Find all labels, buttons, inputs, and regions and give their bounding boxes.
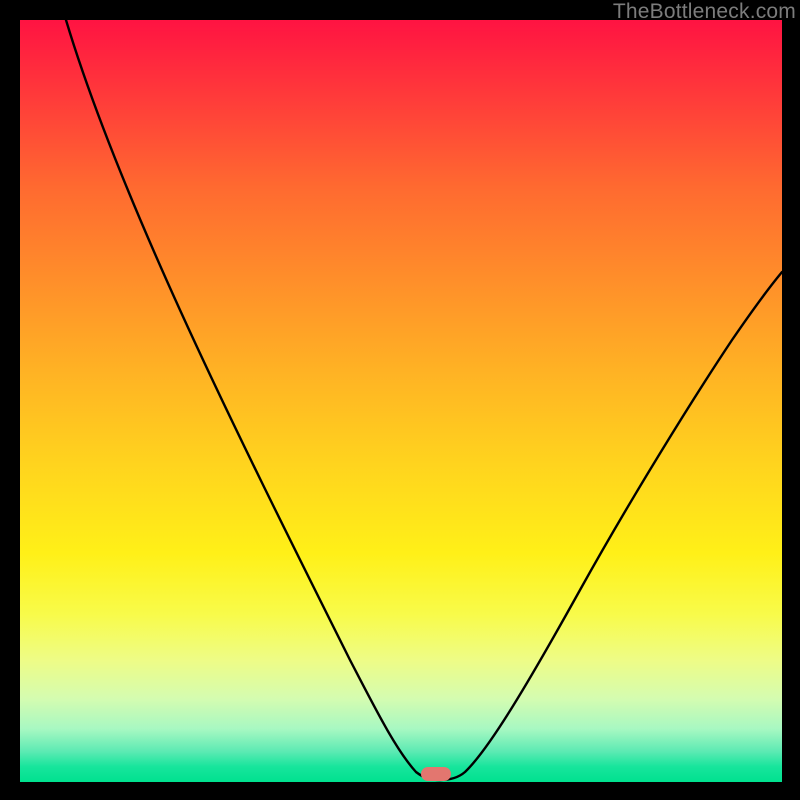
plot-area (20, 20, 782, 782)
curve-path (66, 20, 782, 780)
bottleneck-curve (20, 20, 782, 782)
optimum-marker (421, 767, 451, 781)
chart-stage: TheBottleneck.com (0, 0, 800, 800)
